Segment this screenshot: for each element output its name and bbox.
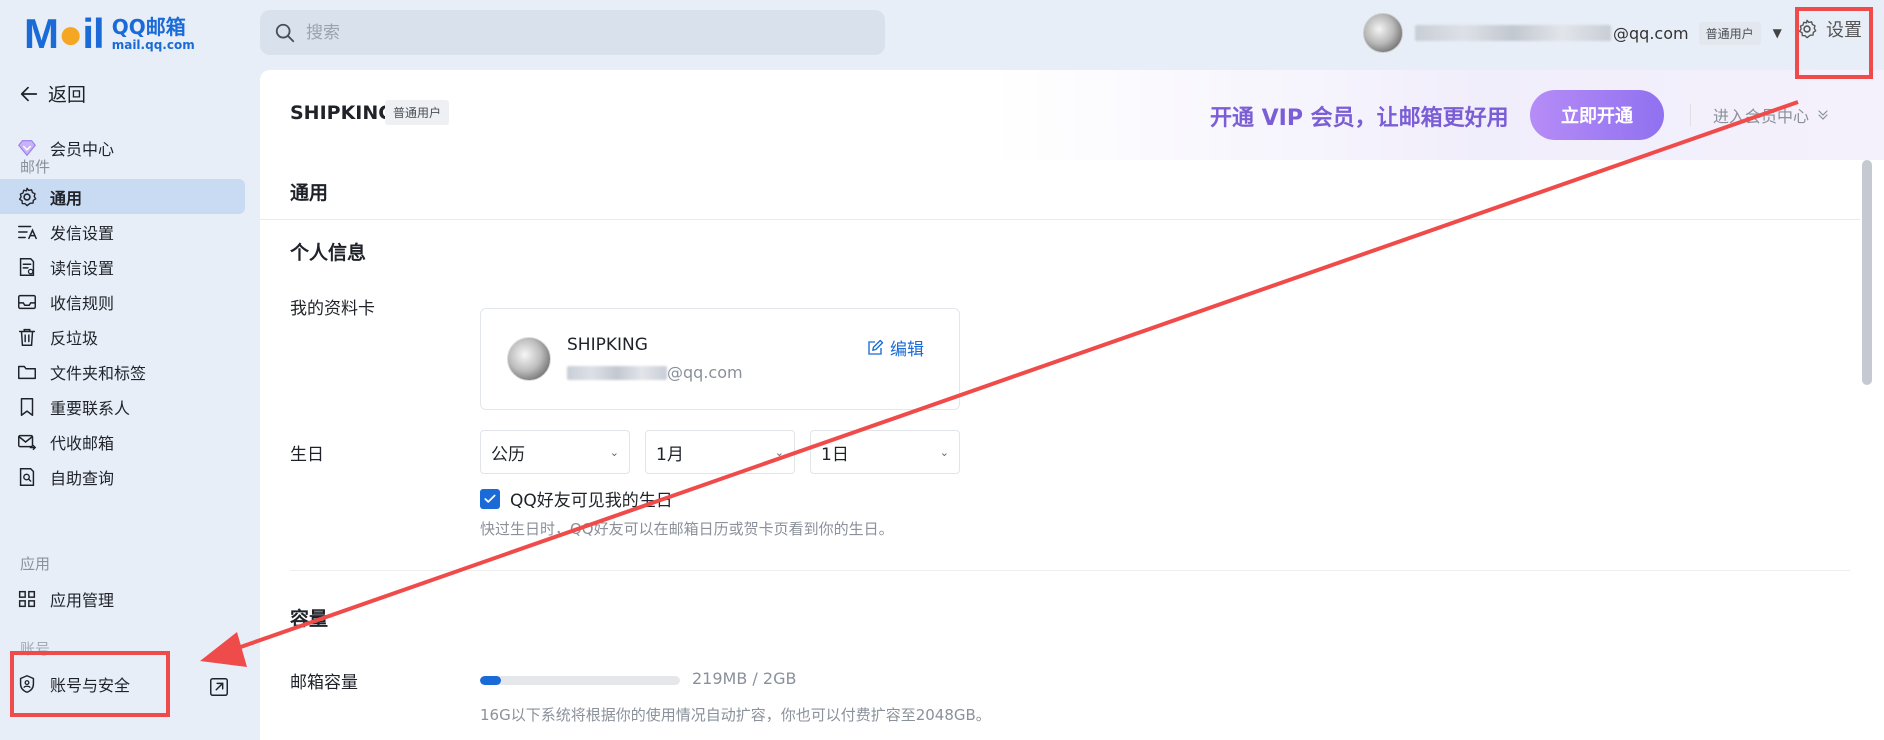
settings-main-panel: SHIPKING 普通用户 开通 VIP 会员，让邮箱更好用 立即开通 进入会员… <box>260 70 1884 740</box>
section-heading-personal-info: 个人信息 <box>290 242 367 264</box>
divider <box>290 570 1850 571</box>
sidebar-item-proxy-mailbox[interactable]: 代收邮箱 <box>0 424 245 459</box>
sidebar-item-important-contacts[interactable]: 重要联系人 <box>0 389 245 424</box>
external-link-icon[interactable] <box>208 676 230 698</box>
birthday-visibility-hint: 快过生日时，QQ好友可以在邮箱日历或贺卡页看到你的生日。 <box>480 520 894 538</box>
section-label-mail: 邮件 <box>20 158 51 176</box>
capacity-progress-bar <box>480 676 680 685</box>
user-menu[interactable]: @qq.com 普通用户 ▼ <box>1363 12 1782 54</box>
dropdown-caret-icon[interactable]: ▼ <box>1773 26 1782 40</box>
profile-card-label: 我的资料卡 <box>290 299 375 319</box>
calendar-type-select[interactable]: 公历 ⌄ <box>480 430 630 474</box>
profile-email: @qq.com <box>567 363 743 382</box>
user-email: @qq.com <box>1415 24 1689 43</box>
logo-subtitle: mail.qq.com <box>111 38 195 52</box>
annotation-box-settings <box>1795 7 1873 79</box>
chevron-down-icon: ⌄ <box>609 445 619 459</box>
birth-month-select[interactable]: 1月 ⌄ <box>645 430 795 474</box>
birth-day-select[interactable]: 1日 ⌄ <box>810 430 960 474</box>
apps-grid-icon <box>18 590 36 607</box>
section-heading-capacity: 容量 <box>290 608 329 630</box>
settings-sidebar: 返回 会员中心 邮件 通用 发信设置 读信设置 收信规则 反垃圾 文件夹和标签 … <box>0 66 260 740</box>
birthday-visibility-option[interactable]: QQ好友可见我的生日 <box>480 486 673 511</box>
vip-slogan: 开通 VIP 会员，让邮箱更好用 <box>1210 106 1509 131</box>
gear-icon <box>18 187 37 206</box>
account-level-badge: 普通用户 <box>385 100 450 125</box>
sidebar-item-general[interactable]: 通用 <box>0 179 245 214</box>
capacity-progress-fill <box>480 676 502 685</box>
chevron-down-icon: ⌄ <box>939 445 949 459</box>
bookmark-icon <box>20 397 34 416</box>
sidebar-item-read-settings[interactable]: 读信设置 <box>0 249 245 284</box>
double-chevron-down-icon <box>1818 110 1828 120</box>
sidebar-item-self-query[interactable]: 自助查询 <box>0 459 245 494</box>
sidebar-item-anti-spam[interactable]: 反垃圾 <box>0 319 245 354</box>
qq-mail-logo[interactable]: M●il QQ邮箱 mail.qq.com <box>24 10 195 57</box>
open-vip-button[interactable]: 立即开通 <box>1530 90 1664 140</box>
read-settings-icon <box>19 257 35 276</box>
account-name: SHIPKING <box>290 102 394 124</box>
user-level-badge: 普通用户 <box>1698 21 1761 45</box>
mailbox-capacity-label: 邮箱容量 <box>290 673 358 693</box>
inbox-rules-icon <box>18 294 36 309</box>
sidebar-item-app-management[interactable]: 应用管理 <box>0 581 245 616</box>
capacity-usage-text: 219MB / 2GB <box>692 669 797 688</box>
vip-center-link[interactable]: 进入会员中心 <box>1690 104 1831 126</box>
arrow-left-icon <box>20 86 38 101</box>
section-label-apps: 应用 <box>20 555 51 573</box>
send-settings-icon <box>18 225 37 239</box>
page-title: 通用 <box>290 182 329 204</box>
logo-mark: M●il <box>24 10 105 57</box>
capacity-hint: 16G以下系统将根据你的使用情况自动扩容，你也可以付费扩容至2048GB。 <box>480 706 991 724</box>
logo-title: QQ邮箱 <box>111 15 186 39</box>
sidebar-item-folders-tags[interactable]: 文件夹和标签 <box>0 354 245 389</box>
folder-icon <box>18 365 36 379</box>
profile-name: SHIPKING <box>567 335 648 355</box>
search-input[interactable] <box>306 22 866 43</box>
vip-banner: SHIPKING 普通用户 开通 VIP 会员，让邮箱更好用 立即开通 进入会员… <box>260 70 1884 160</box>
edit-icon <box>868 339 884 355</box>
birthday-visibility-checkbox[interactable] <box>480 488 500 509</box>
check-icon <box>484 494 496 503</box>
chevron-down-icon: ⌄ <box>774 445 784 459</box>
profile-card: SHIPKING @qq.com 编辑 <box>480 308 960 410</box>
annotation-box-account-security <box>10 651 170 717</box>
birthday-label: 生日 <box>290 445 324 465</box>
sidebar-item-send-settings[interactable]: 发信设置 <box>0 214 245 249</box>
avatar[interactable] <box>1363 13 1403 53</box>
search-bar[interactable] <box>260 10 885 55</box>
search-icon <box>275 23 295 42</box>
proxy-mail-icon <box>18 434 37 450</box>
self-query-icon <box>19 467 35 486</box>
back-button[interactable]: 返回 <box>18 80 86 107</box>
scrollbar[interactable] <box>1862 160 1872 385</box>
avatar <box>507 337 551 381</box>
edit-profile-button[interactable]: 编辑 <box>866 335 924 360</box>
sidebar-item-inbox-rules[interactable]: 收信规则 <box>0 284 245 319</box>
divider <box>260 219 1860 220</box>
trash-icon <box>18 328 36 346</box>
